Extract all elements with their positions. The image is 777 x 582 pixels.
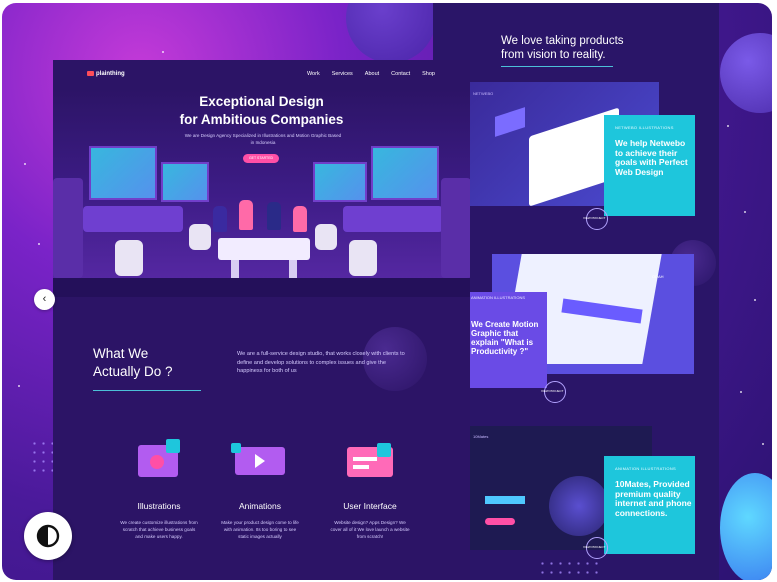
showcase-frame: We love taking products from vision to r…	[2, 3, 772, 580]
star	[754, 299, 756, 301]
shot-label: ODAH	[652, 274, 664, 279]
view-project-ring[interactable]: VIEW PROJECT	[583, 537, 608, 559]
nav-link-contact[interactable]: Contact	[391, 71, 410, 77]
contrast-toggle-button[interactable]	[24, 512, 72, 560]
view-project-ring[interactable]: VIEW PROJECT	[541, 381, 566, 403]
nav-link-shop[interactable]: Shop	[422, 71, 435, 77]
service-animations: Animations Make your product design come…	[220, 439, 300, 540]
decor-orb-right	[720, 33, 772, 113]
hero-title: Exceptional Design for Ambitious Compani…	[179, 94, 344, 127]
case-study-card-netwebo[interactable]: NETWEBO ILLUSTRATIONS We help Netwebo to…	[604, 115, 695, 216]
card-text: We Create Motion Graphic that explain "W…	[471, 320, 539, 356]
card-tags: NETWEBO ILLUSTRATIONS	[615, 125, 674, 130]
tagline-underline	[501, 66, 613, 67]
ring-label: VIEW PROJECT	[583, 545, 606, 549]
nav-link-services[interactable]: Services	[332, 71, 353, 77]
star	[762, 443, 764, 445]
previous-button[interactable]: ‹	[34, 289, 55, 310]
card-text: 10Mates, Provided premium quality intern…	[615, 479, 692, 518]
logo[interactable]: plainthing	[87, 71, 125, 77]
hero-subtitle: We are Design Agency Specialized in Illu…	[184, 133, 342, 145]
animation-icon	[231, 439, 289, 485]
chevron-left-icon: ‹	[42, 293, 47, 305]
section-title-underline	[93, 390, 201, 391]
decor-orb-top	[346, 3, 436, 63]
ring-label: VIEW PROJECT	[541, 389, 564, 393]
logo-icon	[87, 71, 94, 76]
contrast-icon	[36, 524, 60, 548]
star	[24, 163, 26, 165]
star	[744, 211, 746, 213]
view-project-ring[interactable]: VIEW PROJECT	[583, 208, 608, 230]
section-description: We are a full-service design studio, tha…	[237, 351, 405, 374]
star	[18, 385, 20, 387]
landing-page-mockup: plainthing Work Services About Contact S…	[53, 60, 470, 580]
shot-label: NETWEBO	[473, 91, 494, 96]
service-illustrations: Illustrations We create customize illust…	[119, 439, 199, 540]
nav-link-work[interactable]: Work	[307, 71, 320, 77]
star	[38, 243, 40, 245]
nav-link-about[interactable]: About	[365, 71, 379, 77]
top-nav: plainthing Work Services About Contact S…	[53, 60, 470, 88]
ring-label: VIEW PROJECT	[583, 216, 606, 220]
card-tags: ANIMATION ILLUSTRATIONS	[615, 466, 676, 471]
decor-orb-bottom	[720, 473, 772, 580]
service-user-interface: User Interface Website design? Apps Desi…	[330, 439, 410, 540]
card-text: We help Netwebo to achieve their goals w…	[615, 138, 688, 177]
service-name: User Interface	[343, 501, 397, 511]
section-title: What We Actually Do ?	[93, 346, 173, 379]
dot-grid	[538, 559, 598, 580]
service-desc: We create customize illustrations from s…	[120, 520, 198, 539]
case-study-card-10mates[interactable]: ANIMATION ILLUSTRATIONS 10Mates, Provide…	[604, 456, 695, 554]
service-desc: Website design? Apps Design? We cover al…	[330, 520, 410, 539]
shot-label: 10Mates	[473, 434, 489, 439]
hero-section: Exceptional Design for Ambitious Compani…	[53, 88, 470, 297]
service-name: Illustrations	[137, 501, 181, 511]
case-study-card-odah[interactable]: ANIMATION ILLUSTRATIONS We Create Motion…	[469, 292, 547, 388]
ui-icon	[341, 439, 399, 485]
nav-links: Work Services About Contact Shop	[307, 71, 435, 77]
service-desc: Make your product design come to life wi…	[221, 520, 299, 539]
service-name: Animations	[238, 501, 282, 511]
tagline: We love taking products from vision to r…	[501, 35, 624, 61]
star	[162, 51, 164, 53]
star	[727, 125, 729, 127]
star	[740, 391, 742, 393]
card-tags: ANIMATION ILLUSTRATIONS	[471, 295, 526, 300]
logo-text: plainthing	[96, 71, 125, 78]
get-started-button[interactable]: GET STARTED	[243, 154, 279, 163]
illustration-icon	[130, 439, 188, 485]
